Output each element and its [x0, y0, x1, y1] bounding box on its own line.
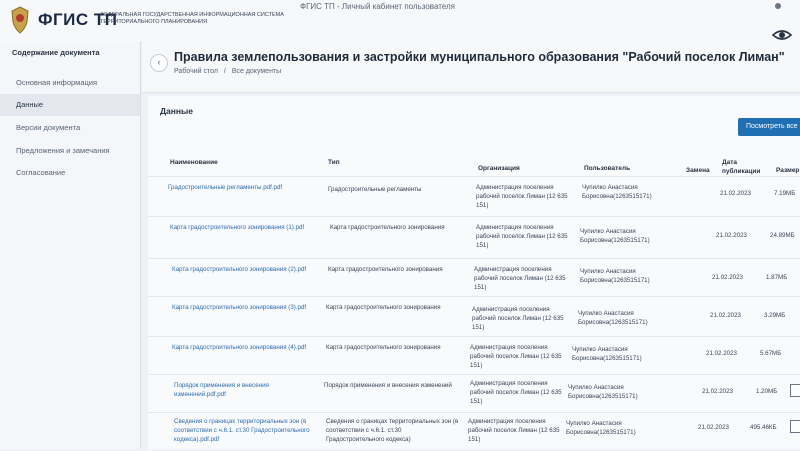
section-title: Данные	[160, 106, 194, 116]
doc-type: Градостроительные регламенты	[328, 186, 422, 193]
file-size: 5.67МБ	[760, 350, 782, 357]
publication-date: 21.02.2023	[710, 312, 741, 319]
publication-date: 21.02.2023	[712, 274, 743, 281]
doc-type: Карта градостроительного зонирования	[326, 344, 441, 351]
sidebar-item-approval[interactable]: Согласование	[0, 162, 140, 184]
file-link[interactable]: Карта градостроительного зонирования (2)…	[172, 265, 322, 274]
publication-date: 21.02.2023	[706, 350, 737, 357]
sidebar-item-main-info[interactable]: Основная информация	[0, 72, 140, 94]
user: Чупилко Анастасия Борисовна(1263515171)	[572, 346, 642, 362]
doc-type: Карта градостроительного зонирования	[330, 224, 445, 231]
logo-subtitle: ФЕДЕРАЛЬНАЯ ГОСУДАРСТВЕННАЯ ИНФОРМАЦИОНН…	[100, 12, 284, 25]
table-row[interactable]: Порядок применения и внесения изменений.…	[148, 374, 800, 413]
column-size[interactable]: Размер	[776, 166, 799, 175]
doc-type: Сведения о границах территориальных зон …	[326, 418, 459, 443]
view-all-button[interactable]: Посмотреть все	[738, 118, 800, 136]
doc-type: Карта градостроительного зонирования	[328, 266, 443, 273]
back-button[interactable]: ‹	[150, 54, 168, 72]
file-size: 1.20МБ	[756, 388, 778, 395]
organization: Администрация поселения рабочий поселок …	[470, 344, 562, 369]
breadcrumb-separator: /	[223, 68, 226, 75]
breadcrumb: Рабочий стол / Все документы	[174, 68, 285, 75]
top-bar: ФГИС ТП ФЕДЕРАЛЬНАЯ ГОСУДАРСТВЕННАЯ ИНФО…	[0, 0, 800, 43]
table-row[interactable]: Градостроительные регламенты.pdf.pdf Гра…	[148, 176, 800, 215]
coat-of-arms-icon	[11, 6, 29, 34]
column-user[interactable]: Пользователь	[584, 164, 630, 173]
organization: Администрация поселения рабочий поселок …	[476, 224, 568, 249]
organization: Администрация поселения рабочий поселок …	[474, 266, 566, 291]
column-type[interactable]: Тип	[328, 158, 340, 167]
eye-icon[interactable]	[772, 28, 792, 42]
user: Чупилко Анастасия Борисовна(1263515171)	[580, 268, 650, 284]
file-link[interactable]: Карта градостроительного зонирования (4)…	[172, 343, 322, 352]
sidebar-item-data[interactable]: Данные	[0, 94, 140, 116]
organization: Администрация поселения рабочий поселок …	[468, 418, 560, 443]
publication-date: 21.02.2023	[716, 232, 747, 239]
sidebar-item-versions[interactable]: Версии документа	[0, 117, 140, 139]
download-icon[interactable]	[790, 384, 800, 397]
table-row[interactable]: Карта градостроительного зонирования (2)…	[148, 258, 800, 297]
user: Чупилко Анастасия Борисовна(1263515171)	[582, 184, 652, 200]
column-replacement[interactable]: Замена	[686, 166, 710, 175]
table-row[interactable]: Карта градостроительного зонирования (1)…	[148, 216, 800, 255]
user: Чупилко Анастасия Борисовна(1263515171)	[578, 310, 648, 326]
breadcrumb-desktop[interactable]: Рабочий стол	[174, 68, 218, 75]
file-link[interactable]: Сведения о границах территориальных зон …	[174, 417, 310, 444]
organization: Администрация поселения рабочий поселок …	[476, 184, 568, 209]
file-size: 24.89МБ	[770, 232, 795, 239]
data-section: Данные Посмотреть все Наименование Тип О…	[148, 96, 800, 449]
file-link[interactable]: Порядок применения и внесения изменений.…	[174, 381, 284, 399]
sidebar-title: Содержание документа	[12, 48, 100, 57]
user: Чупилко Анастасия Борисовна(1263515171)	[580, 228, 650, 244]
organization: Администрация поселения рабочий поселок …	[472, 306, 564, 331]
column-organization[interactable]: Организация	[478, 164, 520, 173]
sidebar-item-proposals[interactable]: Предложения и замечания	[0, 140, 140, 162]
file-size: 7.19МБ	[774, 190, 796, 197]
doc-type: Карта градостроительного зонирования	[326, 304, 441, 311]
doc-type: Порядок применения и внесения изменений	[324, 382, 452, 389]
window-title: ФГИС ТП - Личный кабинет пользователя	[300, 2, 455, 11]
download-icon[interactable]	[790, 420, 800, 433]
publication-date: 21.02.2023	[720, 190, 751, 197]
user-icon[interactable]	[770, 2, 786, 12]
breadcrumb-all-documents[interactable]: Все документы	[232, 68, 281, 75]
file-size: 3.29МБ	[764, 312, 786, 319]
user: Чупилко Анастасия Борисовна(1263515171)	[566, 420, 636, 436]
publication-date: 21.02.2023	[698, 424, 729, 431]
main-header: ‹ Правила землепользования и застройки м…	[142, 42, 800, 93]
publication-date: 21.02.2023	[702, 388, 733, 395]
user: Чупилко Анастасия Борисовна(1263515171)	[568, 384, 638, 400]
sidebar: Содержание документа Основная информация…	[0, 42, 141, 449]
file-size: 495.46КБ	[750, 424, 777, 431]
table-row[interactable]: Карта градостроительного зонирования (4)…	[148, 336, 800, 375]
file-size: 1.87МБ	[766, 274, 788, 281]
table-row[interactable]: Сведения о границах территориальных зон …	[148, 412, 800, 451]
file-link[interactable]: Градостроительные регламенты.pdf.pdf	[168, 183, 318, 192]
column-publication-date[interactable]: Дата публикации	[722, 158, 762, 176]
page-title: Правила землепользования и застройки мун…	[174, 50, 785, 64]
table-row[interactable]: Карта градостроительного зонирования (3)…	[148, 296, 800, 335]
column-name[interactable]: Наименование	[170, 158, 218, 167]
organization: Администрация поселения рабочий поселок …	[470, 380, 562, 405]
file-link[interactable]: Карта градостроительного зонирования (3)…	[172, 303, 322, 312]
file-link[interactable]: Карта градостроительного зонирования (1)…	[170, 223, 320, 232]
